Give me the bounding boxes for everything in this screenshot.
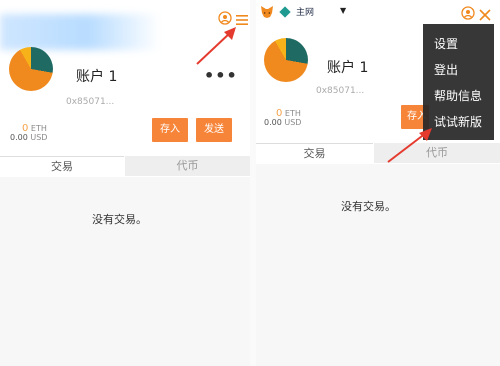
red-arrow-annotation: [196, 27, 432, 163]
